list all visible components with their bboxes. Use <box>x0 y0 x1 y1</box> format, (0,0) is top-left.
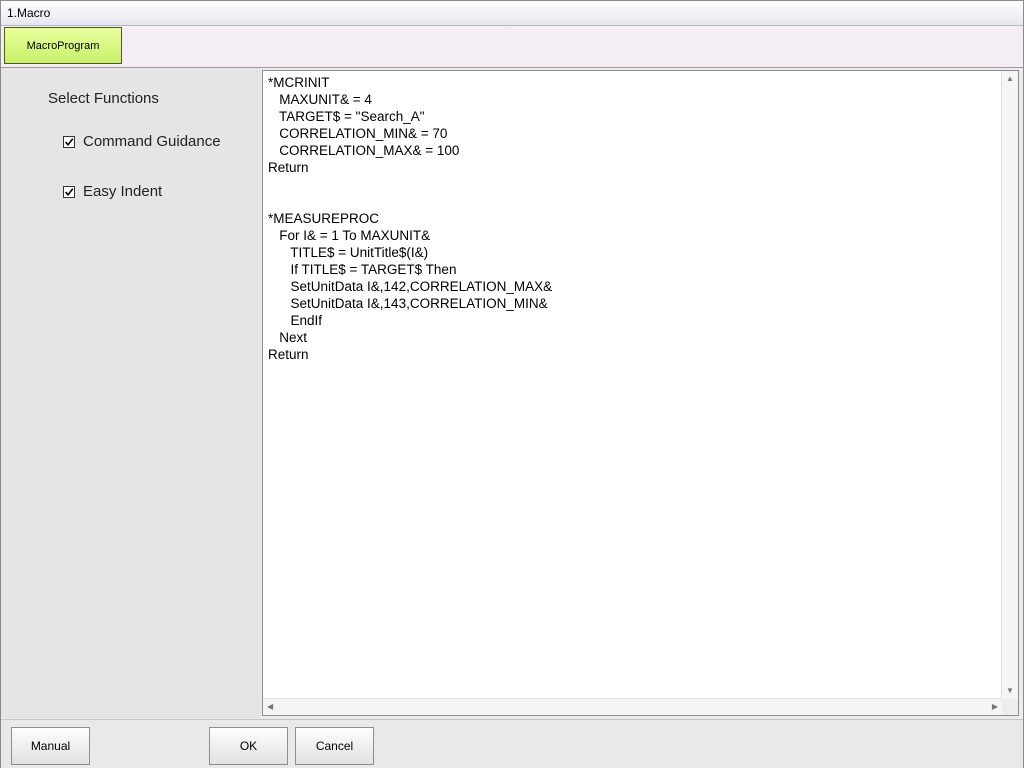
macro-code-editor[interactable]: *MCRINIT MAXUNIT& = 4 TARGET$ = "Search_… <box>262 70 1019 716</box>
scroll-down-icon[interactable]: ▼ <box>1006 687 1014 695</box>
command-guidance-checkbox[interactable] <box>63 135 75 148</box>
macro-window: 1.Macro MacroProgram Select Functions Co… <box>0 0 1024 768</box>
ok-button[interactable]: OK <box>209 727 288 765</box>
check-mark-icon <box>64 187 74 196</box>
scrollbar-corner <box>1002 699 1018 715</box>
check-mark-icon <box>64 137 74 146</box>
command-guidance-option[interactable]: Command Guidance <box>63 133 221 150</box>
cancel-button[interactable]: Cancel <box>295 727 374 765</box>
select-functions-panel: Select Functions Command Guidance Easy I… <box>1 68 261 718</box>
title-bar: 1.Macro <box>1 1 1023 26</box>
vertical-scrollbar[interactable]: ▲ ▼ <box>1001 71 1018 699</box>
easy-indent-label: Easy Indent <box>83 183 163 200</box>
scroll-up-icon[interactable]: ▲ <box>1006 75 1014 83</box>
command-guidance-label: Command Guidance <box>83 133 221 150</box>
scroll-left-icon[interactable]: ◀ <box>267 703 273 711</box>
code-text[interactable]: *MCRINIT MAXUNIT& = 4 TARGET$ = "Search_… <box>268 74 552 363</box>
easy-indent-checkbox[interactable] <box>63 185 75 198</box>
button-bar: Manual OK Cancel <box>1 719 1023 768</box>
manual-button[interactable]: Manual <box>11 727 90 765</box>
scroll-right-icon[interactable]: ▶ <box>992 703 998 711</box>
tab-bar: MacroProgram <box>1 26 1023 68</box>
window-title: 1.Macro <box>7 6 51 20</box>
tab-macroprogram[interactable]: MacroProgram <box>4 27 122 64</box>
easy-indent-option[interactable]: Easy Indent <box>63 183 162 200</box>
select-functions-title: Select Functions <box>48 90 159 107</box>
horizontal-scrollbar[interactable]: ◀ ▶ <box>263 698 1002 715</box>
